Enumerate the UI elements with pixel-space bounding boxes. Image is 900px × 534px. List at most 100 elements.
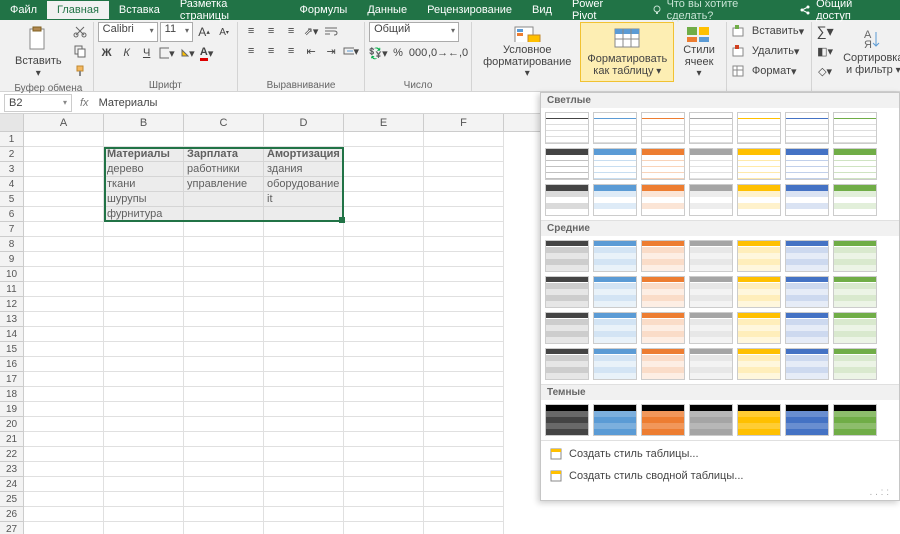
- decrease-indent-button[interactable]: ⇤: [302, 42, 320, 60]
- row-header[interactable]: 23: [0, 462, 23, 477]
- cell[interactable]: [104, 387, 184, 402]
- align-middle-button[interactable]: ≡: [262, 22, 280, 40]
- cell[interactable]: [104, 327, 184, 342]
- cell[interactable]: [104, 522, 184, 534]
- cell[interactable]: [344, 327, 424, 342]
- delete-cells-button[interactable]: Удалить ▾: [749, 42, 803, 60]
- comma-button[interactable]: 000: [409, 44, 427, 62]
- table-style-swatch[interactable]: [737, 348, 781, 380]
- cell[interactable]: [344, 357, 424, 372]
- insert-cells-button[interactable]: Вставить ▾: [749, 22, 807, 40]
- tab-вставка[interactable]: Вставка: [109, 1, 170, 19]
- cell[interactable]: [424, 522, 504, 534]
- sort-filter-button[interactable]: AЯ Сортировкаи фильтр ▾: [836, 22, 900, 82]
- cell[interactable]: [344, 147, 424, 162]
- cell[interactable]: [24, 402, 104, 417]
- cell[interactable]: [24, 177, 104, 192]
- cell[interactable]: [424, 372, 504, 387]
- italic-button[interactable]: К: [118, 44, 136, 62]
- tab-главная[interactable]: Главная: [47, 1, 109, 19]
- row-header[interactable]: 26: [0, 507, 23, 522]
- row-header[interactable]: 20: [0, 417, 23, 432]
- column-header[interactable]: F: [424, 114, 504, 131]
- cell[interactable]: [424, 447, 504, 462]
- row-header[interactable]: 10: [0, 267, 23, 282]
- format-painter-button[interactable]: [71, 62, 89, 80]
- table-style-swatch[interactable]: [641, 148, 685, 180]
- table-style-swatch[interactable]: [737, 184, 781, 216]
- align-bottom-button[interactable]: ≡: [282, 22, 300, 40]
- row-header[interactable]: 21: [0, 432, 23, 447]
- percent-button[interactable]: %: [389, 44, 407, 62]
- cell[interactable]: [344, 462, 424, 477]
- cell[interactable]: работники: [184, 162, 264, 177]
- decrease-decimal-button[interactable]: ←,0: [449, 44, 467, 62]
- cell[interactable]: [344, 447, 424, 462]
- cell[interactable]: [264, 312, 344, 327]
- cell[interactable]: [424, 312, 504, 327]
- cell[interactable]: [264, 282, 344, 297]
- table-style-swatch[interactable]: [545, 240, 589, 272]
- table-style-swatch[interactable]: [785, 184, 829, 216]
- tab-файл[interactable]: Файл: [0, 1, 47, 19]
- cell[interactable]: [24, 417, 104, 432]
- cell[interactable]: [184, 417, 264, 432]
- row-header[interactable]: 9: [0, 252, 23, 267]
- table-style-swatch[interactable]: [737, 312, 781, 344]
- number-format-select[interactable]: Общий: [369, 22, 459, 42]
- table-style-swatch[interactable]: [737, 148, 781, 180]
- row-header[interactable]: 27: [0, 522, 23, 534]
- table-style-swatch[interactable]: [785, 348, 829, 380]
- cell[interactable]: [104, 342, 184, 357]
- cell[interactable]: Зарплата: [184, 147, 264, 162]
- cell[interactable]: [184, 477, 264, 492]
- cell[interactable]: [424, 132, 504, 147]
- cell[interactable]: [344, 387, 424, 402]
- cell[interactable]: [184, 492, 264, 507]
- cell[interactable]: Амортизация: [264, 147, 344, 162]
- cell[interactable]: [264, 267, 344, 282]
- table-style-swatch[interactable]: [593, 276, 637, 308]
- table-style-swatch[interactable]: [689, 276, 733, 308]
- table-style-swatch[interactable]: [785, 148, 829, 180]
- row-header[interactable]: 13: [0, 312, 23, 327]
- row-header[interactable]: 15: [0, 342, 23, 357]
- underline-button[interactable]: Ч: [138, 44, 156, 62]
- fx-button[interactable]: fx: [76, 97, 93, 109]
- table-style-swatch[interactable]: [833, 276, 877, 308]
- cell[interactable]: [344, 282, 424, 297]
- row-header[interactable]: 1: [0, 132, 23, 147]
- cell[interactable]: [424, 477, 504, 492]
- font-size-select[interactable]: 11: [160, 22, 193, 42]
- cell[interactable]: [24, 327, 104, 342]
- cell[interactable]: [424, 357, 504, 372]
- cell[interactable]: [24, 507, 104, 522]
- cell[interactable]: [424, 387, 504, 402]
- cell[interactable]: [264, 387, 344, 402]
- cell[interactable]: [424, 417, 504, 432]
- cell[interactable]: [424, 282, 504, 297]
- row-header[interactable]: 11: [0, 282, 23, 297]
- cell[interactable]: [344, 162, 424, 177]
- cell[interactable]: [184, 192, 264, 207]
- cell[interactable]: [264, 252, 344, 267]
- cell[interactable]: [184, 282, 264, 297]
- cell[interactable]: [104, 312, 184, 327]
- tell-me-search[interactable]: Что вы хотите сделать?: [651, 0, 789, 22]
- cell[interactable]: [264, 297, 344, 312]
- cell[interactable]: [264, 477, 344, 492]
- table-style-swatch[interactable]: [641, 276, 685, 308]
- table-style-swatch[interactable]: [641, 184, 685, 216]
- column-header[interactable]: D: [264, 114, 344, 131]
- cell[interactable]: управление: [184, 177, 264, 192]
- wrap-text-button[interactable]: [322, 22, 340, 40]
- border-button[interactable]: ▾: [158, 44, 176, 62]
- cell[interactable]: [344, 252, 424, 267]
- cell[interactable]: [264, 492, 344, 507]
- row-header[interactable]: 19: [0, 402, 23, 417]
- format-cells-button[interactable]: Формат ▾: [749, 62, 800, 80]
- cell[interactable]: [24, 207, 104, 222]
- cell[interactable]: [264, 132, 344, 147]
- cell[interactable]: [184, 432, 264, 447]
- table-style-swatch[interactable]: [689, 240, 733, 272]
